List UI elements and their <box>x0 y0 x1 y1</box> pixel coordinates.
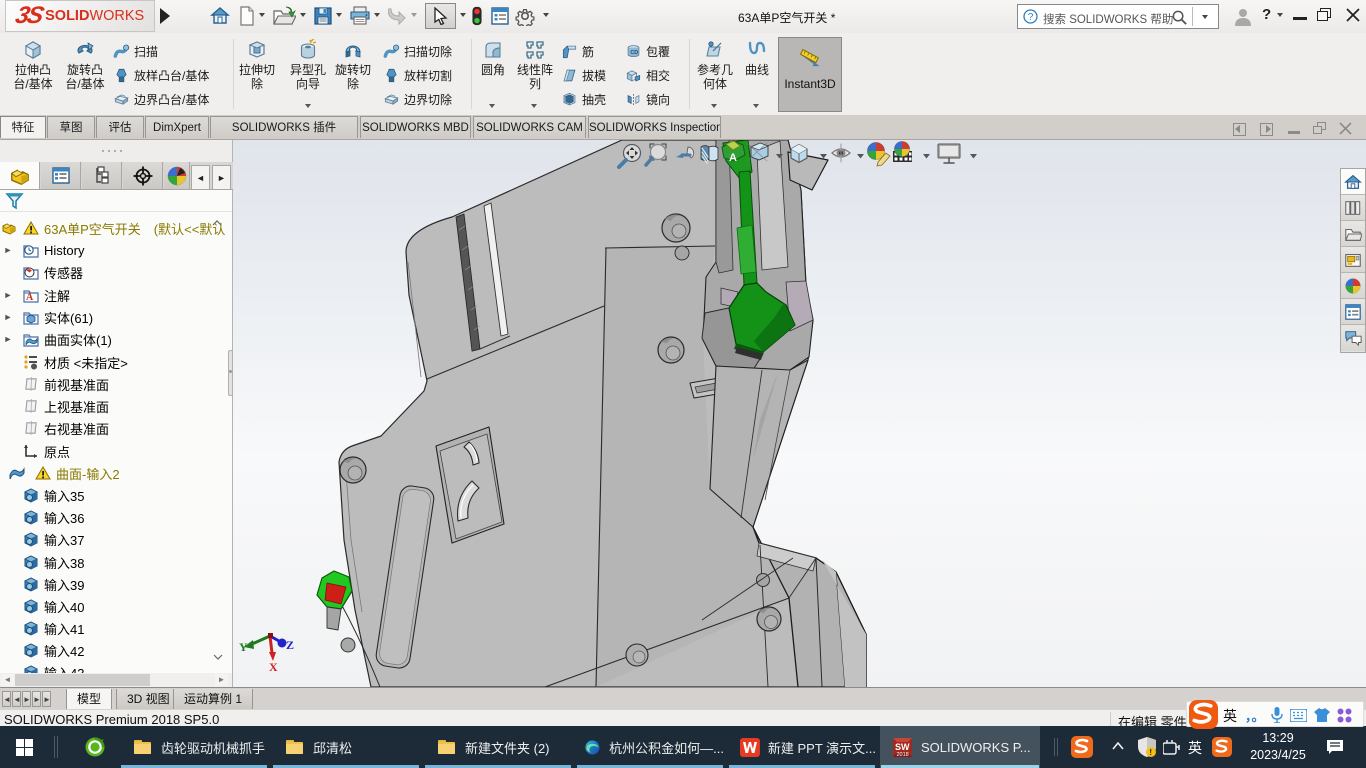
svg-text:A: A <box>26 292 34 303</box>
svg-text:A: A <box>729 152 737 164</box>
svg-text:!: ! <box>1149 748 1152 757</box>
svg-text:Y: Y <box>239 640 248 654</box>
svg-text:X: X <box>269 660 278 674</box>
svg-text:?: ? <box>1028 12 1034 23</box>
svg-text:2018: 2018 <box>897 752 909 758</box>
svg-text:Z: Z <box>286 638 294 652</box>
svg-text:SW: SW <box>895 742 910 752</box>
